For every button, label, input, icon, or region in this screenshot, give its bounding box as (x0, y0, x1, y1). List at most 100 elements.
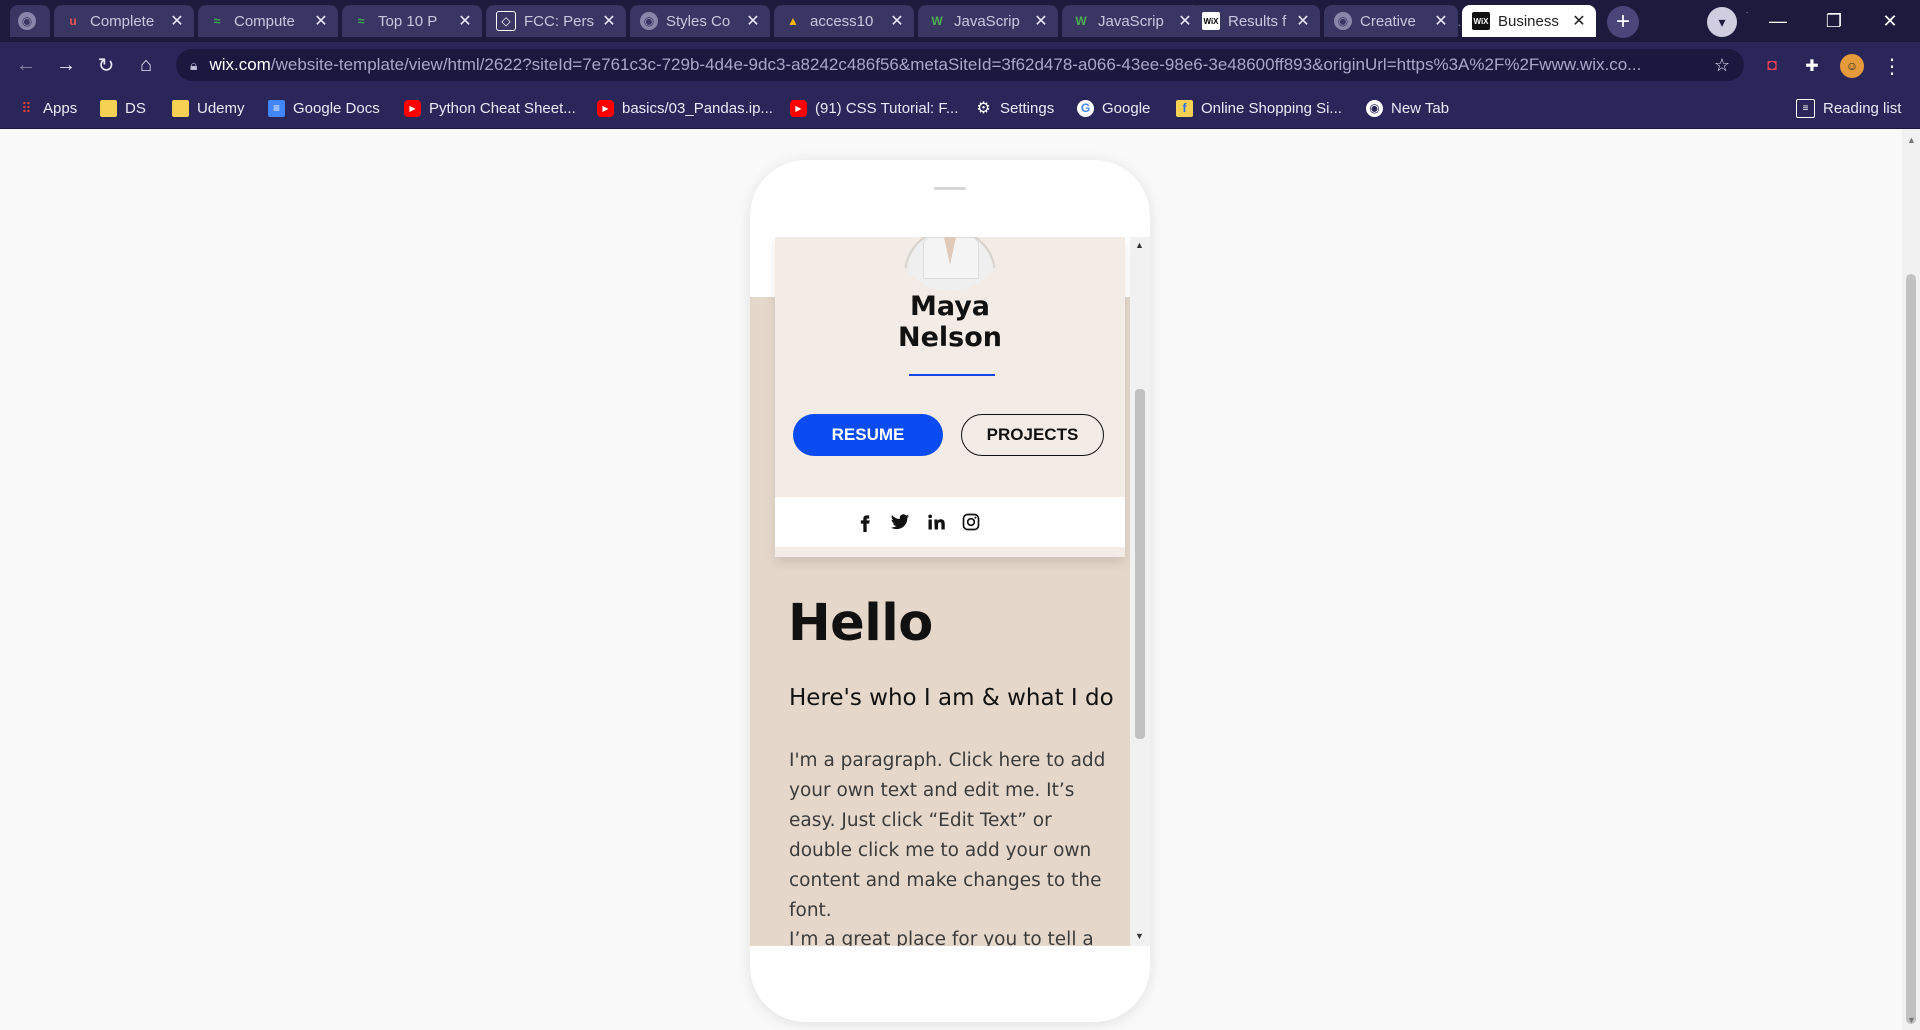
url-text: wix.com/website-template/view/html/2622?… (209, 55, 1679, 75)
avatar (895, 237, 1005, 291)
extensions-icon[interactable]: ✚ (1800, 54, 1824, 78)
bookmark-pandas[interactable]: ▶ basics/03_Pandas.ip... (597, 96, 773, 120)
url-host: wix.com (209, 55, 271, 74)
second-paragraph: I’m a great place for you to tell a (789, 929, 1094, 946)
profile-name-last: Nelson (897, 322, 1002, 353)
close-icon[interactable]: ✕ (744, 11, 762, 31)
phone-notch (934, 187, 966, 190)
google-docs-icon: ≡ (268, 99, 285, 117)
bookmark-label: DS (125, 99, 146, 117)
reading-list-icon: ≡ (1796, 98, 1815, 118)
minimize-button[interactable]: — (1750, 0, 1806, 42)
twitter-icon[interactable] (889, 511, 911, 533)
facebook-icon[interactable] (854, 511, 876, 533)
bookmark-udemy[interactable]: Udemy (172, 96, 245, 120)
tab-0[interactable]: ◉ (10, 5, 50, 37)
bookmark-star-icon[interactable]: ☆ (1714, 55, 1730, 76)
tab-10[interactable]: ◉ Creative ✕ (1324, 5, 1458, 37)
tab-9[interactable]: WiX Results f ✕ (1192, 5, 1320, 37)
bookmark-new-tab[interactable]: ◉ New Tab (1366, 96, 1449, 120)
tab-title: JavaScrip (954, 12, 1020, 30)
bookmark-google[interactable]: G Google (1077, 96, 1150, 120)
tab-title: Compute (234, 12, 295, 30)
tab-1[interactable]: u Complete ✕ (54, 5, 194, 37)
bookmark-google-docs[interactable]: ≡ Google Docs (268, 96, 380, 120)
profile-name-first: Maya (909, 291, 991, 322)
scroll-down-arrow[interactable]: ▼ (1907, 1015, 1916, 1025)
google-icon: G (1077, 99, 1094, 117)
tab-6[interactable]: ▲ access10 ✕ (774, 5, 914, 37)
bookmark-label: Settings (1000, 99, 1055, 117)
bookmark-label: (91) CSS Tutorial: F... (815, 99, 959, 117)
linkedin-icon[interactable] (925, 511, 947, 533)
back-icon[interactable]: ← (10, 49, 42, 81)
close-window-button[interactable]: ✕ (1862, 0, 1918, 42)
profile-card: Maya Nelson RESUME PROJECTS (775, 237, 1125, 557)
bookmark-label: New Tab (1391, 99, 1450, 117)
close-icon[interactable]: ✕ (888, 11, 906, 31)
preview-scrollbar-thumb[interactable] (1135, 389, 1145, 739)
profile-name: Maya Nelson (775, 291, 1125, 353)
scroll-up-arrow[interactable]: ▲ (1907, 135, 1916, 145)
bookmark-ds[interactable]: DS (100, 96, 146, 120)
google-drive-icon: ▲ (787, 14, 799, 28)
tab-title: Complete (90, 12, 155, 30)
preview-scroll-down-arrow[interactable]: ▼ (1135, 931, 1144, 941)
tab-title: Styles Co (666, 12, 731, 30)
bookmark-online-shopping[interactable]: f Online Shopping Si... (1176, 96, 1342, 120)
new-tab-button[interactable]: + (1607, 6, 1639, 38)
w3schools-icon: W (931, 14, 943, 28)
close-icon[interactable]: ✕ (1570, 11, 1588, 31)
bookmark-label: Udemy (197, 99, 245, 117)
udemy-icon: u (69, 14, 77, 28)
bookmarks-bar: ⠿ Apps DS Udemy ≡ Google Docs ▶ Python C… (0, 88, 1920, 129)
close-icon[interactable]: ✕ (456, 11, 474, 31)
close-icon[interactable]: ✕ (168, 11, 186, 31)
reload-icon[interactable]: ↻ (90, 49, 122, 81)
tab-3[interactable]: ≈ Top 10 P ✕ (342, 5, 482, 37)
close-icon[interactable]: ✕ (600, 11, 618, 31)
bookmark-label: Google Docs (293, 99, 380, 117)
forward-icon[interactable]: → (50, 49, 82, 81)
page-scrollbar-thumb[interactable] (1906, 274, 1916, 1024)
restore-button[interactable]: ❐ (1806, 0, 1862, 42)
folder-icon (100, 99, 117, 117)
globe-icon: ◉ (18, 12, 36, 30)
instagram-icon[interactable] (960, 511, 982, 533)
close-icon[interactable]: ✕ (312, 11, 330, 31)
bookmark-label: Python Cheat Sheet... (429, 99, 576, 117)
home-icon[interactable]: ⌂ (130, 49, 162, 81)
bookmark-css-tutorial[interactable]: ▶ (91) CSS Tutorial: F... (790, 96, 958, 120)
tab-strip: ◉ u Complete ✕ ≈ Compute ✕ ≈ Top 10 P ✕ … (0, 0, 1920, 42)
bookmark-label: Google (1102, 99, 1151, 117)
close-icon[interactable]: ✕ (1432, 11, 1450, 31)
intro-subheading: Here's who I am & what I do (789, 685, 1114, 711)
url-path: /website-template/view/html/2622?siteId=… (270, 55, 1642, 74)
menu-icon[interactable]: ⋮ (1880, 54, 1904, 78)
projects-button[interactable]: PROJECTS (961, 414, 1104, 456)
close-icon[interactable]: ✕ (1294, 11, 1312, 31)
tab-7[interactable]: W JavaScrip ✕ (918, 5, 1058, 37)
bookmark-settings[interactable]: ⚙ Settings (975, 96, 1054, 120)
tab-11-active[interactable]: WiX Business ✕ (1462, 5, 1596, 37)
close-icon[interactable]: ✕ (1032, 11, 1050, 31)
bookmark-apps[interactable]: ⠿ Apps (18, 96, 77, 120)
page-scrollbar[interactable]: ▲ ▼ (1902, 129, 1920, 1030)
preview-scrollbar[interactable]: ▲ ▼ (1130, 237, 1150, 946)
pocket-icon[interactable]: ◘ (1760, 54, 1784, 78)
globe-icon: ◉ (1334, 12, 1352, 30)
tab-8[interactable]: W JavaScrip ✕ (1062, 5, 1202, 37)
preview-scroll-up-arrow[interactable]: ▲ (1135, 240, 1144, 250)
address-bar[interactable]: 🔒︎ wix.com/website-template/view/html/26… (176, 49, 1744, 81)
tab-4[interactable]: ◇ FCC: Pers ✕ (486, 5, 626, 37)
youtube-icon: ▶ (404, 99, 421, 117)
tab-title: Top 10 P (378, 12, 438, 30)
bookmark-python-cheat-sheet[interactable]: ▶ Python Cheat Sheet... (404, 96, 576, 120)
lock-icon: 🔒︎ (190, 56, 198, 73)
tab-2[interactable]: ≈ Compute ✕ (198, 5, 338, 37)
tab-search-icon[interactable]: ▾ (1707, 7, 1737, 37)
resume-button[interactable]: RESUME (793, 414, 943, 456)
tab-5[interactable]: ◉ Styles Co ✕ (630, 5, 770, 37)
reading-list[interactable]: ≡ Reading list (1796, 96, 1901, 120)
profile-avatar[interactable]: ☺ (1840, 54, 1864, 78)
